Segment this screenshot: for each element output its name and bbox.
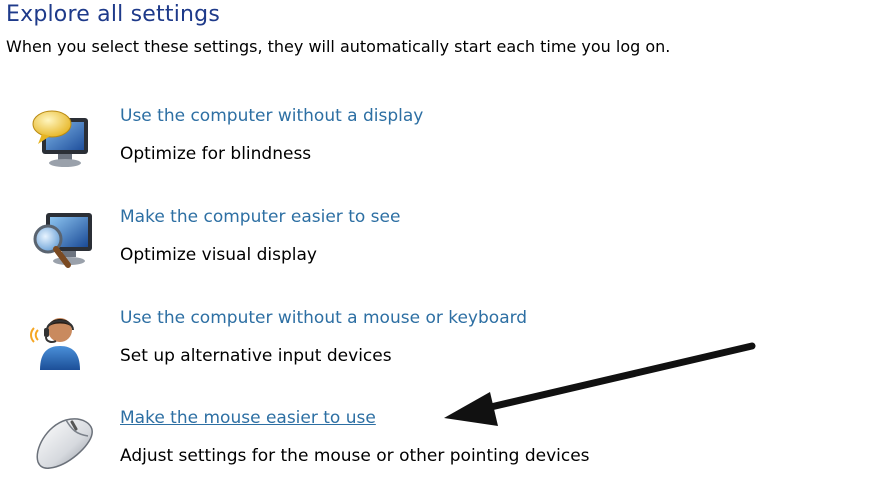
monitor-magnifier-icon [28, 209, 100, 271]
link-mouse-easier[interactable]: Make the mouse easier to use [120, 408, 376, 428]
option-without-mouse-keyboard: Use the computer without a mouse or keyb… [0, 308, 896, 398]
option-mouse-easier: Make the mouse easier to use Adjust sett… [0, 408, 896, 498]
option-easier-to-see: Make the computer easier to see Optimize… [0, 207, 896, 297]
page-subtitle: When you select these settings, they wil… [6, 37, 671, 56]
desc-alternative-input: Set up alternative input devices [120, 346, 392, 366]
page-title: Explore all settings [6, 2, 220, 27]
mouse-icon [28, 410, 100, 472]
link-use-without-display[interactable]: Use the computer without a display [120, 106, 423, 126]
desc-optimize-visual: Optimize visual display [120, 245, 317, 265]
desc-adjust-mouse: Adjust settings for the mouse or other p… [120, 446, 590, 466]
desc-optimize-blindness: Optimize for blindness [120, 144, 312, 164]
link-without-mouse-keyboard[interactable]: Use the computer without a mouse or keyb… [120, 308, 527, 328]
option-use-without-display: Use the computer without a display Optim… [0, 106, 896, 196]
user-headset-icon [28, 310, 100, 372]
monitor-speech-bubble-icon [28, 108, 100, 170]
link-easier-to-see[interactable]: Make the computer easier to see [120, 207, 400, 227]
